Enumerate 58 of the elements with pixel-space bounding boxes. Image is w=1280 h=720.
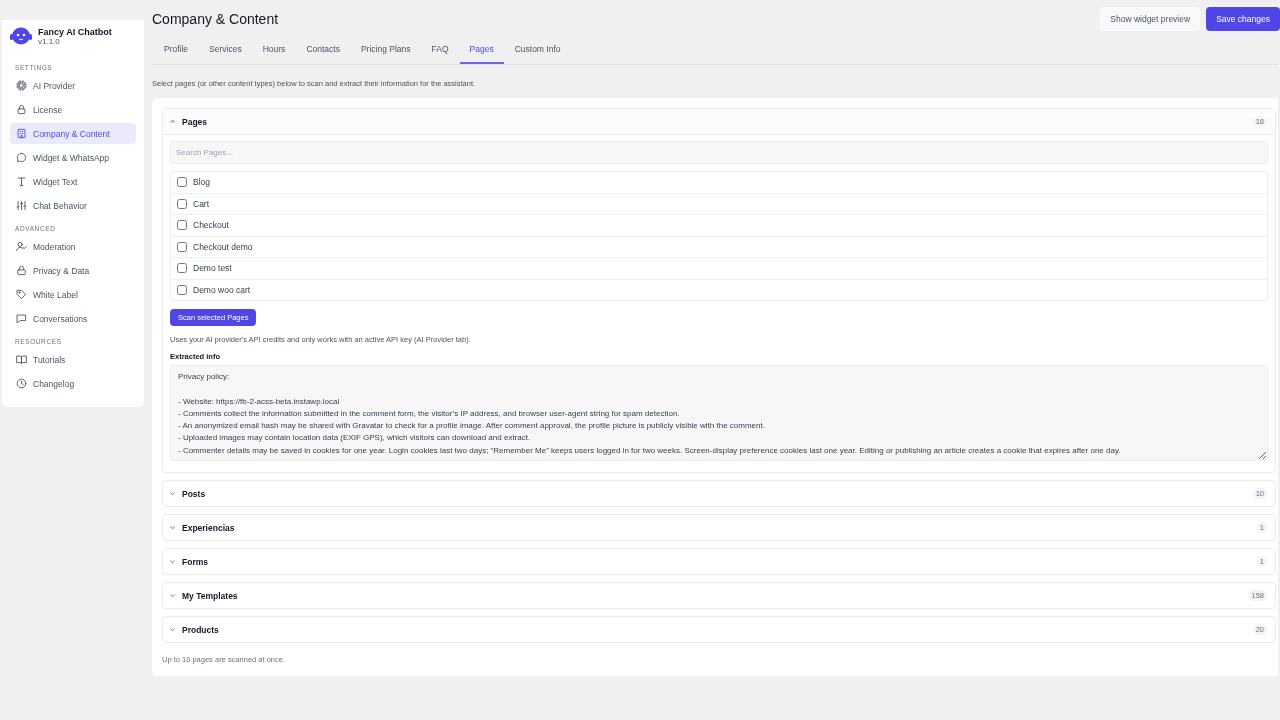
extracted-info-field[interactable]: Privacy policy: - Website: https://fb-2-acss-beta.instawp.local - Comments collect the information submitted in the comment form, the visitor’s IP address, and browser user-agent string for spam detection. - An anonymized email hash may be shared with Gravatar to check for a profile image. After comment approval, the profile picture is publicly visible with the comment. - Uploaded images may contain location data (EXIF GPS), which visitors can download and extract. - Commenter details may be saved in cookies for one year. Login cookies last two days; “Remember Me” keeps users logged in for two weeks. Screen-display preference cookies last one year. Editing or publishing an article creates a cookie that expires after one day. bbox=[170, 365, 1268, 461]
checkbox[interactable] bbox=[177, 177, 187, 188]
sidebar-item[interactable]: Conversations bbox=[10, 308, 136, 329]
user-check-icon bbox=[16, 241, 27, 252]
tab[interactable]: Profile bbox=[154, 37, 199, 64]
app-name: Fancy AI Chatbot bbox=[38, 26, 112, 37]
save-button[interactable]: Save changes bbox=[1206, 7, 1280, 31]
lock-icon bbox=[16, 265, 27, 276]
sidebar-item[interactable]: Company & Content bbox=[10, 123, 136, 144]
page-label: Cart bbox=[193, 198, 210, 209]
page-label: Blog bbox=[193, 177, 210, 188]
text-icon bbox=[16, 176, 27, 187]
chevron-down-icon bbox=[169, 626, 176, 633]
app-version: v1.1.0 bbox=[38, 36, 61, 46]
sidebar-item[interactable]: Moderation bbox=[10, 236, 136, 257]
checkbox[interactable] bbox=[177, 241, 187, 252]
lock-icon bbox=[16, 104, 27, 115]
page-label: Checkout bbox=[193, 220, 229, 231]
sidebar-item[interactable]: License bbox=[10, 99, 136, 120]
sidebar-item[interactable]: Changelog bbox=[10, 373, 136, 394]
book-icon bbox=[16, 354, 27, 365]
page-title: Company & Content bbox=[152, 11, 279, 27]
tab[interactable]: FAQ bbox=[421, 37, 459, 64]
sidebar-item[interactable]: Privacy & Data bbox=[10, 260, 136, 281]
sliders-icon bbox=[16, 200, 27, 211]
checkbox[interactable] bbox=[177, 263, 187, 274]
message-icon bbox=[16, 313, 27, 324]
page-label: Demo test bbox=[193, 263, 232, 274]
checkbox[interactable] bbox=[177, 220, 187, 231]
search-field[interactable]: Search Pages... bbox=[170, 141, 1268, 164]
chat-bubble-icon bbox=[16, 152, 27, 163]
sidebar-item[interactable]: Widget Text bbox=[10, 171, 136, 192]
clock-icon bbox=[16, 378, 27, 389]
page-label: Checkout demo bbox=[193, 241, 253, 252]
tab[interactable]: Contacts bbox=[296, 37, 350, 64]
sidebar-item[interactable]: Tutorials bbox=[10, 349, 136, 370]
tab[interactable]: Hours bbox=[252, 37, 296, 64]
tab[interactable]: Custom Info bbox=[504, 37, 571, 64]
tag-icon bbox=[16, 289, 27, 300]
tab[interactable]: Services bbox=[199, 37, 252, 64]
preview-button[interactable]: Show widget preview bbox=[1100, 7, 1201, 31]
sidebar-item[interactable]: White Label bbox=[10, 284, 136, 305]
chevron-down-icon bbox=[169, 524, 176, 531]
chip-icon bbox=[16, 80, 27, 91]
tab[interactable]: Pricing Plans bbox=[350, 37, 421, 64]
checkbox[interactable] bbox=[177, 198, 187, 209]
chevron-down-icon bbox=[169, 490, 176, 497]
chevron-down-icon bbox=[169, 592, 176, 599]
chevron-down-icon bbox=[169, 558, 176, 565]
robot-logo-icon bbox=[10, 26, 32, 46]
sidebar-item[interactable]: AI Provider bbox=[10, 75, 136, 96]
building-icon bbox=[16, 128, 27, 139]
sidebar-item[interactable]: Chat Behavior bbox=[10, 195, 136, 216]
checkbox[interactable] bbox=[177, 284, 187, 295]
sidebar-item[interactable]: Widget & WhatsApp bbox=[10, 147, 136, 168]
chevron-up-icon bbox=[169, 118, 176, 125]
tab[interactable]: Pages bbox=[459, 37, 504, 64]
page-label: Demo woo cart bbox=[193, 284, 251, 295]
